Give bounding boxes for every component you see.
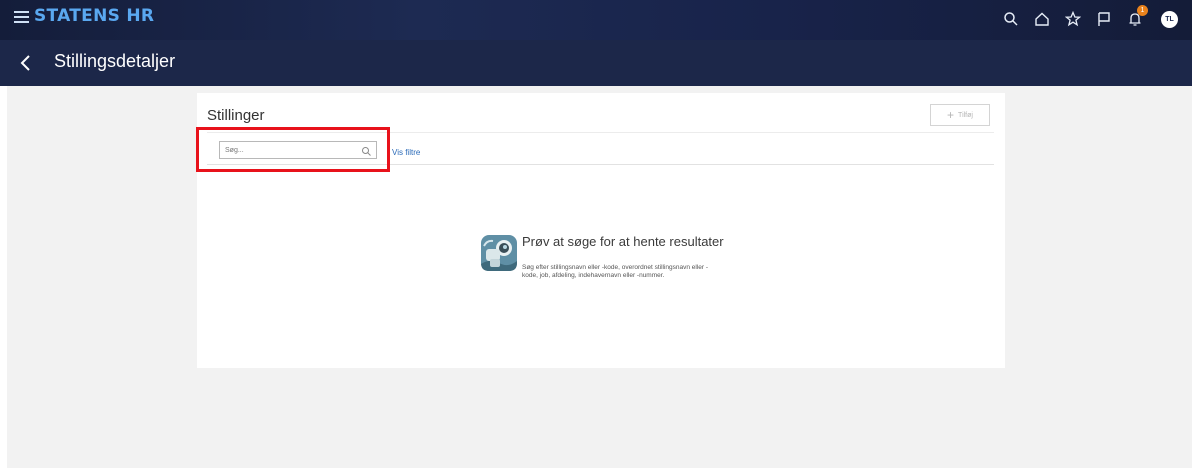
add-button[interactable]: + Tilføj	[930, 104, 990, 126]
annotation-highlight-box	[196, 127, 390, 172]
add-button-label: Tilføj	[958, 111, 973, 119]
empty-state-description: Søg efter stillingsnavn eller -kode, ove…	[522, 264, 709, 279]
avatar[interactable]: TL	[1161, 10, 1178, 28]
app-brand-logo[interactable]: STATENS HR	[34, 6, 154, 26]
card-title: Stillinger	[207, 107, 265, 124]
search-icon[interactable]	[1002, 10, 1020, 28]
binoculars-icon	[480, 234, 518, 272]
empty-state-title: Prøv at søge for at hente resultater	[522, 234, 724, 249]
plus-icon: +	[947, 108, 955, 122]
star-icon[interactable]	[1064, 10, 1082, 28]
back-chevron-icon[interactable]	[15, 51, 37, 75]
header-actions: 1 TL	[1002, 5, 1178, 28]
page-header-bar: Stillingsdetaljer	[0, 40, 1192, 86]
flag-icon[interactable]	[1095, 10, 1113, 28]
hamburger-menu-icon[interactable]	[14, 11, 29, 23]
notification-badge: 1	[1137, 5, 1148, 16]
page-title: Stillingsdetaljer	[54, 51, 176, 71]
main-content: Stillinger + Tilføj Vis filtre Prøv at s…	[7, 86, 1192, 468]
show-filters-link[interactable]: Vis filtre	[392, 148, 420, 157]
top-navigation-bar: STATENS HR 1 TL	[0, 0, 1192, 40]
home-icon[interactable]	[1033, 10, 1051, 28]
bell-icon[interactable]: 1	[1126, 5, 1148, 28]
